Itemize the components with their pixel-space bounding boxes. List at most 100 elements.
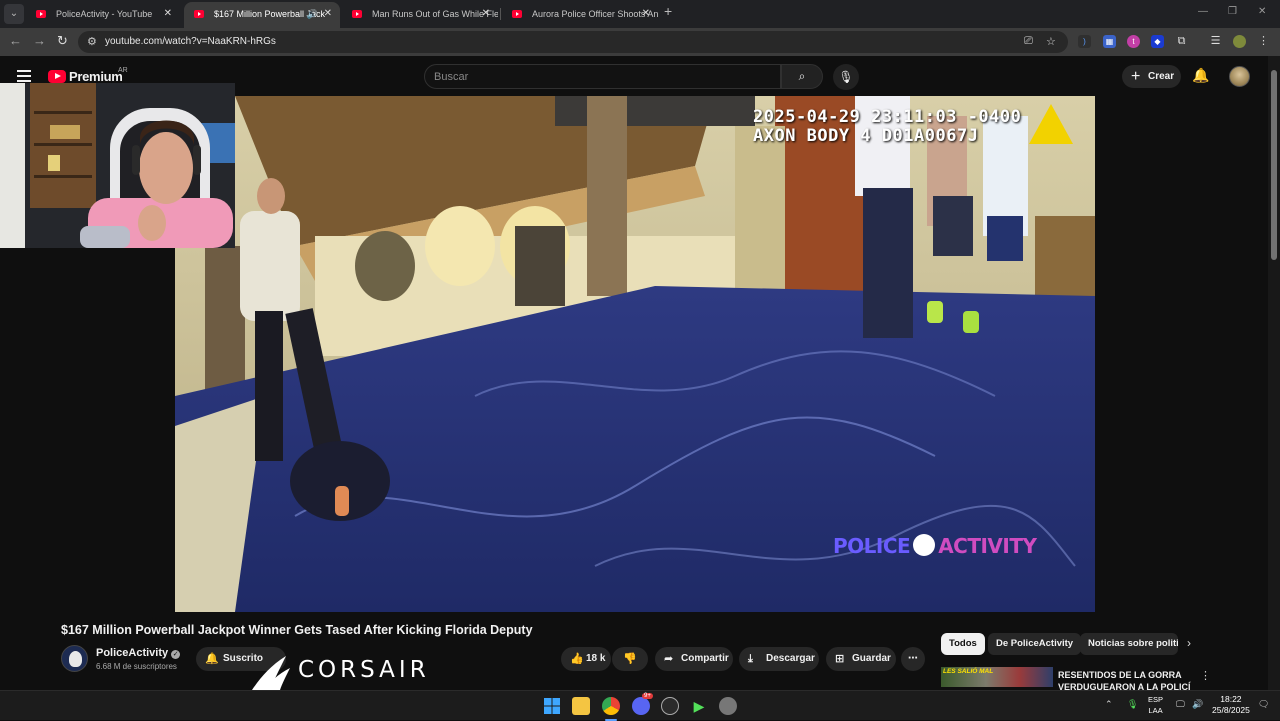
thumbs-up-icon: 👍: [570, 653, 584, 665]
video-player[interactable]: 2025-04-29 23:11:03 -0400 AXON BODY 4 D0…: [175, 96, 1095, 612]
chip-all[interactable]: Todos: [941, 633, 985, 655]
police-activity-watermark: POLICE ACTIVITY: [833, 534, 1037, 558]
tab-title: PoliceActivity - YouTube: [56, 9, 153, 19]
extension-blue-icon[interactable]: ▦: [1103, 35, 1116, 48]
chip-politics-news[interactable]: Noticias sobre politi: [1080, 633, 1178, 655]
search-box: [424, 64, 781, 89]
file-explorer-icon[interactable]: [572, 697, 590, 715]
play-app-icon[interactable]: ▶: [690, 697, 708, 715]
voice-search-mic-icon[interactable]: 🎙: [833, 64, 859, 90]
install-app-icon[interactable]: ⎚: [1024, 35, 1033, 48]
volume-icon[interactable]: 🔊: [1192, 699, 1203, 710]
like-button[interactable]: 👍 18 k: [561, 647, 611, 671]
search-input[interactable]: [434, 69, 764, 85]
keyboard-language[interactable]: ESP LAA: [1148, 694, 1163, 716]
extension-shield-icon[interactable]: ◆: [1151, 35, 1164, 48]
chrome-icon[interactable]: [602, 697, 620, 715]
recommended-more-icon[interactable]: ⋮: [1200, 669, 1211, 682]
network-icon[interactable]: 🖵: [1176, 699, 1185, 710]
recommended-video-thumbnail[interactable]: LES SALIÓ MAL: [941, 667, 1053, 687]
notifications-bell-icon[interactable]: 🔔: [1192, 67, 1209, 84]
back-arrow-icon[interactable]: ←: [9, 33, 22, 48]
browser-toolbar: ← → ↻ ⚙ youtube.com/watch?v=NaaKRN-hRGs …: [0, 28, 1280, 56]
watermark-police: POLICE: [833, 534, 911, 558]
tab-powerball-video[interactable]: $167 Million Powerball Jack 🔊 ✕: [184, 2, 340, 28]
steam-icon[interactable]: [719, 697, 737, 715]
tab-aurora-police[interactable]: Aurora Police Officer Shoots An ✕: [502, 2, 658, 28]
search-icon: ⌕: [798, 69, 806, 83]
extension-pink-icon[interactable]: t: [1127, 35, 1140, 48]
notification-center-icon[interactable]: 🗨: [1258, 699, 1269, 710]
restore-window-icon[interactable]: ❐: [1228, 6, 1237, 17]
dislike-button[interactable]: 👎: [612, 647, 648, 671]
download-button[interactable]: ⤓ Descargar: [739, 647, 819, 671]
more-actions-button[interactable]: ⋯: [901, 647, 925, 671]
tab-man-runs-out-of-gas[interactable]: Man Runs Out of Gas While Fle ✕: [342, 2, 498, 28]
thumbs-down-icon: 👎: [623, 653, 637, 665]
address-bar[interactable]: ⚙ youtube.com/watch?v=NaaKRN-hRGs ⎚ ☆: [78, 31, 1068, 53]
close-window-icon[interactable]: ✕: [1258, 6, 1266, 17]
chip-from-channel[interactable]: De PoliceActivity: [988, 633, 1082, 655]
language-code: ESP: [1148, 695, 1164, 704]
tab-separator: [500, 8, 501, 20]
bookmark-star-icon[interactable]: ☆: [1046, 35, 1056, 48]
bookmark-icon: ⊞: [835, 653, 845, 665]
bodycam-timestamp: 2025-04-29 23:11:03 -0400 AXON BODY 4 D0…: [753, 108, 1021, 146]
corsair-sails-icon: [252, 656, 290, 690]
clock-date: 25/8/2025: [1212, 705, 1250, 715]
webcam-scene: [0, 83, 235, 248]
share-button[interactable]: ➦ Compartir: [655, 647, 733, 671]
channel-name[interactable]: PoliceActivity ✓: [96, 647, 181, 659]
extensions-puzzle-icon[interactable]: ⧉: [1175, 35, 1188, 48]
share-arrow-icon: ➦: [664, 653, 674, 665]
thumbnail-caption: LES SALIÓ MAL: [943, 668, 994, 675]
scrollbar-thumb[interactable]: [1271, 70, 1277, 260]
site-info-icon[interactable]: ⚙: [87, 35, 97, 48]
browser-menu-icon[interactable]: ⋮: [1257, 35, 1270, 48]
channel-avatar[interactable]: [61, 645, 88, 672]
youtube-logo-icon[interactable]: [48, 70, 66, 83]
address-url: youtube.com/watch?v=NaaKRN-hRGs: [105, 36, 276, 47]
tray-expand-chevron-icon[interactable]: ⌃: [1105, 699, 1113, 710]
windows-start-icon[interactable]: [543, 697, 561, 715]
youtube-premium-wordmark[interactable]: Premium: [69, 69, 123, 84]
tray-microphone-icon[interactable]: 🎙: [1127, 699, 1138, 710]
system-clock[interactable]: 18:22 25/8/2025: [1212, 694, 1250, 716]
minimize-window-icon[interactable]: —: [1198, 6, 1208, 17]
page-scrollbar[interactable]: [1268, 56, 1280, 690]
chips-next-chevron-icon[interactable]: ›: [1187, 636, 1191, 650]
discord-badge: 9+: [642, 693, 653, 699]
reload-icon[interactable]: ↻: [57, 33, 68, 49]
tab-audio-icon[interactable]: 🔊: [307, 2, 318, 26]
forward-arrow-icon[interactable]: →: [33, 33, 46, 48]
reading-list-icon[interactable]: ☰: [1209, 35, 1222, 48]
discord-icon[interactable]: 9+: [632, 693, 653, 715]
tab-search-chevron-icon[interactable]: ⌄: [4, 4, 24, 24]
subscriber-count: 6.68 M de suscriptores: [96, 662, 177, 671]
clock-time: 18:22: [1220, 694, 1242, 704]
download-label: Descargar: [766, 653, 815, 664]
search-button[interactable]: ⌕: [781, 64, 823, 89]
bodycam-datetime: 2025-04-29 23:11:03 -0400: [753, 107, 1022, 127]
new-tab-plus-icon[interactable]: +: [664, 3, 672, 19]
tab-close-icon[interactable]: ✕: [482, 2, 490, 26]
tab-policeactivity[interactable]: PoliceActivity - YouTube ✕: [26, 2, 180, 28]
axon-logo-icon: [1029, 104, 1073, 144]
save-button[interactable]: ⊞ Guardar: [826, 647, 896, 671]
share-label: Compartir: [681, 653, 729, 664]
more-horizontal-icon: ⋯: [908, 653, 918, 664]
bodycam-device-id: AXON BODY 4 D01A0067J: [753, 126, 979, 146]
youtube-favicon-icon: [36, 10, 46, 18]
browser-tab-strip: ⌄ PoliceActivity - YouTube ✕ $167 Millio…: [0, 0, 1280, 28]
tab-close-icon[interactable]: ✕: [164, 2, 172, 26]
create-button[interactable]: + Crear: [1122, 65, 1181, 88]
youtube-favicon-icon: [352, 10, 362, 18]
app-circle-icon[interactable]: [661, 697, 679, 715]
tab-close-icon[interactable]: ✕: [642, 2, 650, 26]
bell-icon: 🔔: [205, 653, 219, 665]
tab-close-icon[interactable]: ✕: [324, 2, 332, 26]
profile-avatar-icon[interactable]: [1233, 35, 1246, 48]
account-avatar[interactable]: [1229, 66, 1250, 87]
channel-name-text: PoliceActivity: [96, 647, 169, 659]
extension-translate-icon[interactable]: ): [1078, 35, 1091, 48]
